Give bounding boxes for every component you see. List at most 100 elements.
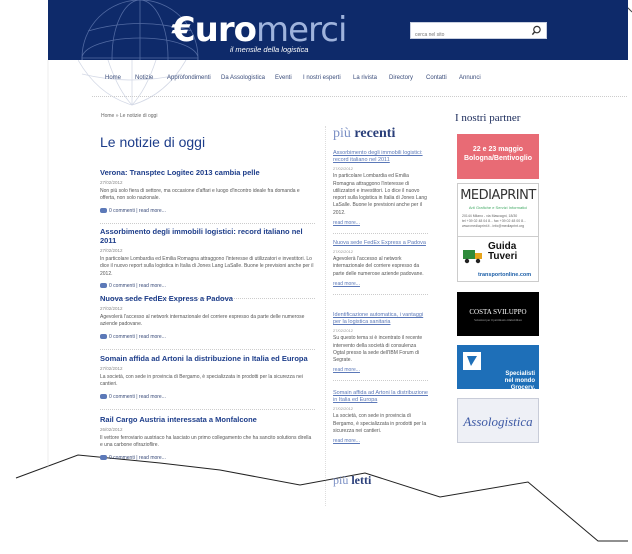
breadcrumb[interactable]: Home » Le notizie di oggi: [101, 113, 157, 119]
recent-item: Nuova sede FedEx Express a Padova 27/02/…: [333, 240, 428, 295]
mediaprint-logo: MEDIAPRINT: [460, 188, 536, 203]
article-date: 26/02/2012: [100, 427, 123, 432]
partners-heading: I nostri partner: [455, 112, 521, 124]
nav-contatti[interactable]: Contatti: [426, 75, 447, 81]
event-dates: 22 e 23 maggio: [472, 146, 524, 153]
page-title: Le notizie di oggi: [100, 134, 206, 150]
read-more-link[interactable]: read more...: [139, 455, 166, 461]
article-item: Nuova sede FedEx Express a Padova 27/02/…: [100, 294, 315, 350]
grocery-line-1: Specialisti: [505, 371, 535, 377]
article-item: Verona: Transptec Logitec 2013 cambia pe…: [100, 168, 315, 224]
recent-read-more[interactable]: read more...: [333, 438, 428, 444]
article-item: Somain affida ad Artoni la distribuzione…: [100, 354, 315, 410]
tuveri-title: Tuveri: [488, 251, 518, 262]
recent-title[interactable]: Somain affida ad Artoni la distribuzione…: [333, 390, 428, 404]
partner-banner-costa-sviluppo[interactable]: COSTA SVILUPPO Soluzioni per il patrimon…: [457, 292, 539, 336]
search-box: [410, 22, 547, 43]
recent-item: Somain affida ad Artoni la distribuzione…: [333, 390, 428, 444]
article-divider: [100, 222, 315, 224]
site-header: €uromerci il mensile della logistica: [48, 0, 628, 60]
partner-banner-guida-tuveri[interactable]: Guida Tuveri transportonline.com: [457, 236, 539, 282]
recent-item: Identificazione automatica, i vantaggi p…: [333, 312, 428, 382]
recent-title[interactable]: Nuova sede FedEx Express a Padova: [333, 240, 428, 247]
grocery-text: Specialisti nel mondo Grocery.: [481, 371, 535, 393]
most-read-heading: più letti: [333, 473, 371, 488]
recent-summary: Agevolerà l'accesso al network internazi…: [333, 256, 424, 277]
article-summary: Agevolerà l'accesso al network internazi…: [100, 314, 305, 328]
article-date: 27/02/2012: [100, 366, 123, 371]
recent-summary: Su questo tema si è incentrato il recent…: [333, 335, 423, 364]
nav-directory[interactable]: Directory: [389, 75, 413, 81]
recent-date: 27/02/2012: [333, 328, 354, 334]
comment-icon: [100, 282, 107, 288]
event-place: Bologna/Bentivoglio: [463, 154, 533, 162]
article-meta: 0 commenti | read more...: [100, 283, 315, 289]
comment-icon: [100, 393, 107, 399]
recent-divider: [333, 380, 428, 382]
article-date: 27/02/2012: [100, 306, 123, 311]
recent-summary: In particolare Lombardia ed Emilia Romag…: [333, 173, 427, 216]
article-title[interactable]: Nuova sede FedEx Express a Padova: [100, 294, 315, 303]
recent-item: Assorbimento degli immobili logistici: r…: [333, 150, 428, 234]
partner-banner-assologistica[interactable]: Assologistica: [457, 398, 539, 443]
recent-summary: La società, con sede in provincia di Ber…: [333, 413, 427, 434]
recent-heading-light: più: [333, 126, 351, 141]
recent-read-more[interactable]: read more...: [333, 281, 428, 287]
nav-approfondimenti[interactable]: Approfondimenti: [167, 75, 211, 81]
site-tagline: il mensile della logistica: [230, 45, 309, 54]
partner-banner-event[interactable]: 22 e 23 maggio Bologna/Bentivoglio: [457, 134, 539, 179]
mediaprint-subtitle: Arti Grafiche e Servizi Informatici: [468, 205, 528, 210]
article-meta: 0 commenti | read more...: [100, 455, 315, 461]
most-read-heading-light: più: [333, 473, 349, 487]
main-nav: Home Notizie Approfondimenti Da Assologi…: [48, 75, 628, 91]
article-date: 27/02/2012: [100, 248, 123, 253]
nav-esperti[interactable]: I nostri esperti: [303, 75, 341, 81]
recent-divider: [333, 232, 428, 234]
nav-notizie[interactable]: Notizie: [135, 75, 153, 81]
recent-date: 27/02/2012: [333, 406, 354, 412]
article-title[interactable]: Somain affida ad Artoni la distribuzione…: [100, 354, 315, 363]
article-summary: La società, con sede in provincia di Ber…: [100, 374, 303, 388]
search-icon[interactable]: [531, 25, 542, 36]
recent-read-more[interactable]: read more...: [333, 220, 428, 226]
logo-euro: €uro: [172, 10, 257, 50]
comments-link[interactable]: 0 commenti: [109, 208, 135, 214]
article-title[interactable]: Assorbimento degli immobili logistici: r…: [100, 227, 315, 245]
nav-la-rivista[interactable]: La rivista: [353, 75, 377, 81]
nav-da-assologistica[interactable]: Da Assologistica: [221, 75, 265, 81]
search-input[interactable]: [411, 27, 523, 43]
recent-date: 27/02/2012: [333, 166, 354, 172]
article-date: 27/02/2012: [100, 180, 123, 185]
article-title[interactable]: Rail Cargo Austria interessata a Monfalc…: [100, 415, 315, 424]
recent-title[interactable]: Assorbimento degli immobili logistici: r…: [333, 150, 428, 164]
grocery-logo-icon: [463, 352, 481, 370]
read-more-link[interactable]: read more...: [139, 283, 166, 289]
article-meta: 0 commenti | read more...: [100, 208, 315, 214]
site-logo[interactable]: €uromerci: [172, 10, 347, 50]
costa-subtitle: Soluzioni per il patrimonio immobiliare: [474, 318, 522, 322]
comments-link[interactable]: 0 commenti: [109, 283, 135, 289]
guida-url: transportonline.com: [478, 272, 532, 278]
truck-icon: [463, 250, 482, 264]
logo-merci: merci: [256, 10, 347, 50]
read-more-link[interactable]: read more...: [139, 208, 166, 214]
nav-annunci[interactable]: Annunci: [459, 75, 481, 81]
comments-link[interactable]: 0 commenti: [109, 394, 135, 400]
read-more-link[interactable]: read more...: [139, 334, 166, 340]
grocery-line-2: nel mondo Grocery.: [504, 378, 535, 392]
nav-eventi[interactable]: Eventi: [275, 75, 292, 81]
comment-icon: [100, 207, 107, 213]
recent-heading: più recenti: [333, 126, 395, 142]
nav-home[interactable]: Home: [105, 75, 121, 81]
partner-banner-grocery[interactable]: Specialisti nel mondo Grocery.: [457, 345, 539, 391]
comments-link[interactable]: 0 commenti: [109, 334, 135, 340]
recent-title[interactable]: Identificazione automatica, i vantaggi p…: [333, 312, 428, 326]
read-more-link[interactable]: read more...: [139, 394, 166, 400]
recent-read-more[interactable]: read more...: [333, 367, 428, 373]
article-item: Rail Cargo Austria interessata a Monfalc…: [100, 415, 315, 461]
article-summary: Non più solo fiera di settore, ma occasi…: [100, 188, 300, 202]
comments-link[interactable]: 0 commenti: [109, 455, 135, 461]
article-title[interactable]: Verona: Transptec Logitec 2013 cambia pe…: [100, 168, 315, 177]
article-summary: In particolare Lombardia ed Emilia Romag…: [100, 256, 314, 277]
article-summary: Il vettore ferroviario austriaco ha lasc…: [100, 435, 312, 449]
